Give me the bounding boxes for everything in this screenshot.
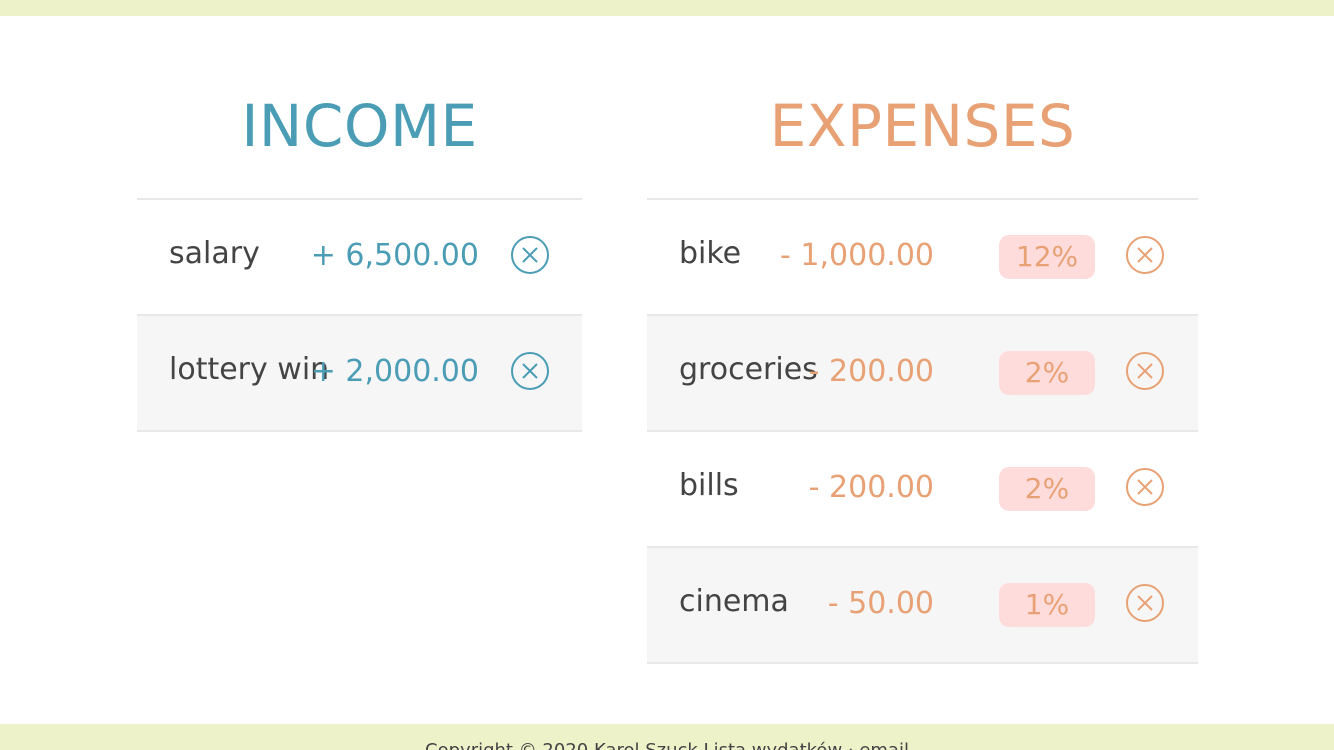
top-bar (0, 0, 1334, 16)
close-circle-icon (1137, 479, 1153, 495)
income-list: salary + 6,500.00 lottery win + 2,000.00 (137, 198, 582, 432)
copyright-text: Copyright © 2020 Karol Szuck Lista wydat… (0, 740, 1334, 750)
percentage-badge: 12% (999, 235, 1095, 279)
income-title: INCOME (241, 92, 478, 160)
item-description: bills (679, 468, 739, 503)
item-description: bike (679, 236, 742, 271)
item-description: cinema (679, 584, 789, 619)
item-description: groceries (679, 352, 818, 387)
close-circle-icon (522, 247, 538, 263)
delete-button[interactable] (1126, 236, 1164, 274)
delete-button[interactable] (1126, 352, 1164, 390)
expenses-list: bike - 1,000.00 12% groceries - 200.00 2… (647, 198, 1198, 664)
item-value: + 6,500.00 (310, 238, 479, 273)
item-value: - 1,000.00 (780, 238, 934, 273)
delete-button[interactable] (511, 236, 549, 274)
expense-item: bills - 200.00 2% (647, 432, 1198, 548)
expenses-title: EXPENSES (769, 92, 1076, 160)
percentage-badge: 2% (999, 467, 1095, 511)
delete-button[interactable] (511, 352, 549, 390)
close-circle-icon (522, 363, 538, 379)
income-item: salary + 6,500.00 (137, 200, 582, 316)
expense-item: groceries - 200.00 2% (647, 316, 1198, 432)
item-value: - 200.00 (808, 354, 934, 389)
item-description: lottery win (169, 352, 330, 387)
item-value: + 2,000.00 (310, 354, 479, 389)
expense-item: bike - 1,000.00 12% (647, 200, 1198, 316)
close-circle-icon (1137, 363, 1153, 379)
expense-item: cinema - 50.00 1% (647, 548, 1198, 664)
delete-button[interactable] (1126, 584, 1164, 622)
item-description: salary (169, 236, 260, 271)
percentage-badge: 1% (999, 583, 1095, 627)
delete-button[interactable] (1126, 468, 1164, 506)
income-item: lottery win + 2,000.00 (137, 316, 582, 432)
close-circle-icon (1137, 247, 1153, 263)
close-circle-icon (1137, 595, 1153, 611)
item-value: - 200.00 (808, 470, 934, 505)
footer: Copyright © 2020 Karol Szuck Lista wydat… (0, 724, 1334, 750)
item-value: - 50.00 (827, 586, 934, 621)
percentage-badge: 2% (999, 351, 1095, 395)
